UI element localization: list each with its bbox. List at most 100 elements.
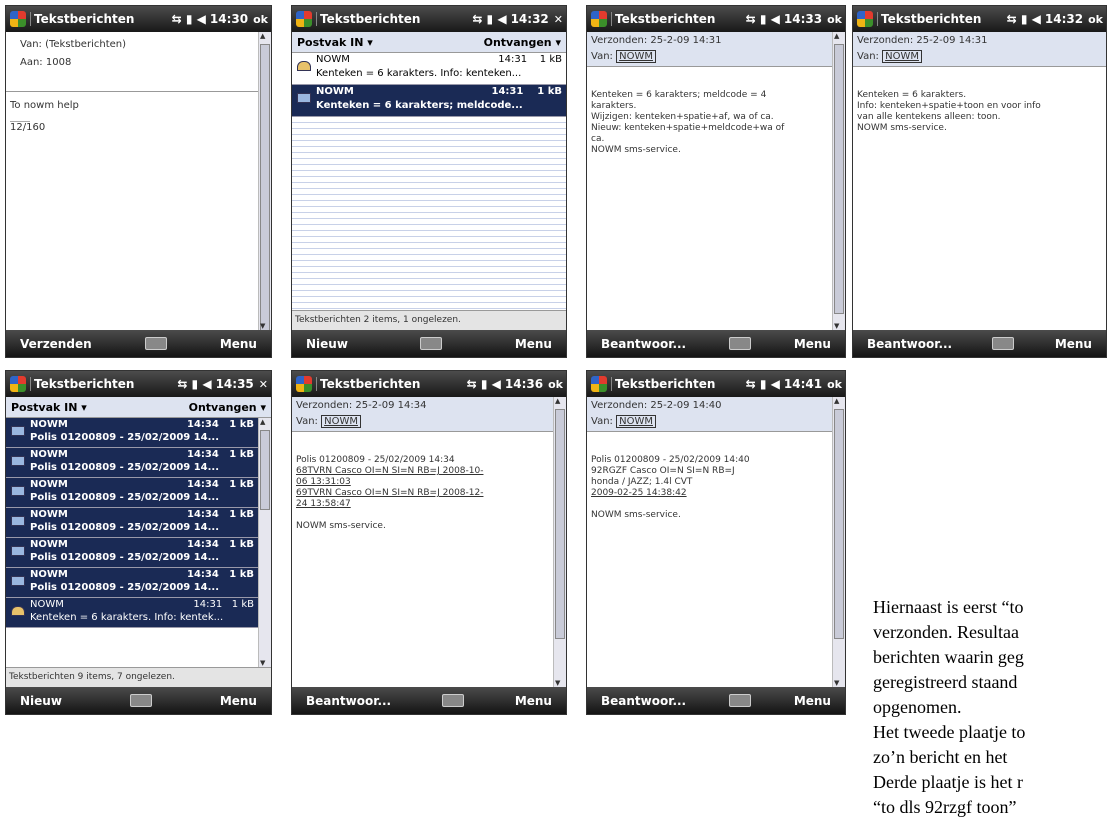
sort-dropdown[interactable]: Ontvangen ▾ — [484, 36, 561, 49]
keyboard-icon[interactable] — [728, 337, 751, 350]
list-item[interactable]: NOWM 14:34 1 kB Polis 01200809 - 25/02/200… — [6, 508, 258, 538]
ok-button[interactable]: ok — [827, 13, 842, 26]
message-text: To nowm help — [10, 100, 79, 111]
clock: 14:33 — [783, 12, 823, 26]
caption-text: Hiernaast is eerst “to verzonden. Resulta… — [873, 597, 1026, 817]
sender-link[interactable]: NOWM — [616, 50, 656, 63]
ok-button[interactable]: ok — [253, 13, 268, 26]
softkey-bar: Nieuw Menu — [6, 687, 271, 714]
envelope-icon — [11, 576, 25, 586]
title-bar: Tekstberichten ⇆ ▮ ◀ 14:35 ✕ — [6, 371, 271, 397]
from-field[interactable]: Van: (Tekstberichten) — [20, 36, 244, 54]
list-item[interactable]: NOWM 14:31 1 kB Kenteken = 6 karakters. In… — [6, 598, 258, 628]
sender-link[interactable]: NOWM — [321, 415, 361, 428]
app-title: Tekstberichten — [611, 377, 742, 391]
start-icon[interactable] — [296, 376, 312, 392]
char-counter: 12/160 — [10, 122, 46, 133]
app-title: Tekstberichten — [611, 12, 742, 26]
list-item[interactable]: NOWM 14:34 1 kB Polis 01200809 - 25/02/200… — [6, 478, 258, 508]
message-screen: Tekstberichten ⇆ ▮ ◀ 14:41 ok Verzonden: 25… — [586, 370, 846, 715]
softkey-bar: Nieuw Menu — [292, 330, 566, 357]
sent-date: Verzonden: 25-2-09 14:34 — [296, 400, 427, 411]
new-softkey[interactable]: Nieuw — [306, 337, 348, 351]
list-item[interactable]: NOWM 14:34 1 kB Polis 01200809 - 25/02/200… — [6, 418, 258, 448]
scrollbar[interactable] — [258, 32, 271, 344]
envelope-icon — [11, 516, 25, 526]
message-body: Kenteken = 6 karakters; meldcode = 4 kara… — [591, 90, 785, 155]
keyboard-icon[interactable] — [144, 337, 167, 350]
menu-softkey[interactable]: Menu — [515, 337, 552, 351]
title-bar: Tekstberichten ⇆ ▮ ◀ 14:32 ok — [853, 6, 1106, 32]
status-icons: ⇆ ▮ ◀ — [472, 12, 507, 26]
menu-softkey[interactable]: Menu — [220, 337, 257, 351]
menu-softkey[interactable]: Menu — [515, 694, 552, 708]
list-item[interactable]: NOWM 14:31 1 kB Kenteken = 6 karakters; me… — [292, 85, 566, 117]
status-line: Tekstberichten 2 items, 1 ongelezen. — [292, 310, 566, 330]
softkey-bar: Beantwoor... Menu — [587, 687, 845, 714]
scrollbar[interactable] — [258, 418, 271, 667]
scrollbar[interactable] — [832, 397, 845, 687]
scrollbar[interactable] — [832, 32, 845, 330]
new-softkey[interactable]: Nieuw — [20, 694, 62, 708]
start-icon[interactable] — [10, 376, 26, 392]
keyboard-icon[interactable] — [992, 337, 1015, 350]
sender-link[interactable]: NOWM — [882, 50, 922, 63]
inbox-screen: Tekstberichten ⇆ ▮ ◀ 14:35 ✕ Postvak IN ▾ On… — [5, 370, 272, 715]
app-title: Tekstberichten — [316, 377, 463, 391]
to-field[interactable]: Aan: 1008 — [20, 54, 244, 72]
menu-softkey[interactable]: Menu — [794, 337, 831, 351]
send-softkey[interactable]: Verzenden — [20, 337, 92, 351]
empty-list-area — [292, 117, 566, 311]
keyboard-icon[interactable] — [129, 694, 152, 707]
envelope-icon — [11, 456, 25, 466]
ok-button[interactable]: ok — [1088, 13, 1103, 26]
list-item[interactable]: NOWM 14:34 1 kB Polis 01200809 - 25/02/200… — [6, 568, 258, 598]
menu-softkey[interactable]: Menu — [220, 694, 257, 708]
list-item[interactable]: NOWM 14:34 1 kB Polis 01200809 - 25/02/200… — [6, 448, 258, 478]
title-bar: Tekstberichten ⇆ ▮ ◀ 14:36 ok — [292, 371, 566, 397]
sent-date: Verzonden: 25-2-09 14:40 — [591, 400, 722, 411]
keyboard-icon[interactable] — [420, 337, 443, 350]
message-input[interactable]: To nowm help 12/160 — [6, 96, 258, 137]
scrollbar[interactable] — [553, 397, 566, 687]
folder-dropdown[interactable]: Postvak IN ▾ — [297, 36, 373, 49]
envelope-icon — [297, 93, 311, 103]
ok-button[interactable]: ok — [827, 378, 842, 391]
start-icon[interactable] — [296, 11, 312, 27]
keyboard-icon[interactable] — [441, 694, 464, 707]
message-body: Polis 01200809 - 25/02/2009 14:40 92RGZF … — [591, 455, 750, 520]
close-button[interactable]: ✕ — [554, 13, 563, 26]
reply-softkey[interactable]: Beantwoor... — [601, 337, 686, 351]
status-icons: ⇆ ▮ ◀ — [171, 12, 206, 26]
envelope-open-icon — [297, 61, 311, 71]
reply-softkey[interactable]: Beantwoor... — [867, 337, 952, 351]
inbox-screen: Tekstberichten ⇆ ▮ ◀ 14:32 ✕ Postvak IN ▾ On… — [291, 5, 567, 358]
clock: 14:41 — [783, 377, 823, 391]
list-item[interactable]: NOWM 14:34 1 kB Polis 01200809 - 25/02/200… — [6, 538, 258, 568]
reply-softkey[interactable]: Beantwoor... — [306, 694, 391, 708]
close-button[interactable]: ✕ — [259, 378, 268, 391]
keyboard-icon[interactable] — [728, 694, 751, 707]
menu-softkey[interactable]: Menu — [1055, 337, 1092, 351]
clock: 14:30 — [209, 12, 249, 26]
message-header: Verzonden: 25-2-09 14:34 Van: NOWM — [292, 397, 553, 432]
list-item[interactable]: NOWM 14:31 1 kB Kenteken = 6 karakters. In… — [292, 53, 566, 85]
start-icon[interactable] — [10, 11, 26, 27]
reply-softkey[interactable]: Beantwoor... — [601, 694, 686, 708]
menu-softkey[interactable]: Menu — [794, 694, 831, 708]
softkey-bar: Beantwoor... Menu — [292, 687, 566, 714]
envelope-open-icon — [11, 606, 25, 616]
app-title: Tekstberichten — [30, 377, 173, 391]
folder-dropdown[interactable]: Postvak IN ▾ — [11, 401, 87, 414]
sort-dropdown[interactable]: Ontvangen ▾ — [189, 401, 266, 414]
ok-button[interactable]: ok — [548, 378, 563, 391]
message-header: Verzonden: 25-2-09 14:31 Van: NOWM — [853, 32, 1106, 67]
status-icons: ⇆ ▮ ◀ — [466, 377, 501, 391]
sender-link[interactable]: NOWM — [616, 415, 656, 428]
start-icon[interactable] — [591, 376, 607, 392]
clock: 14:32 — [510, 12, 549, 26]
envelope-icon — [11, 426, 25, 436]
start-icon[interactable] — [591, 11, 607, 27]
clock: 14:32 — [1044, 12, 1084, 26]
start-icon[interactable] — [857, 11, 873, 27]
